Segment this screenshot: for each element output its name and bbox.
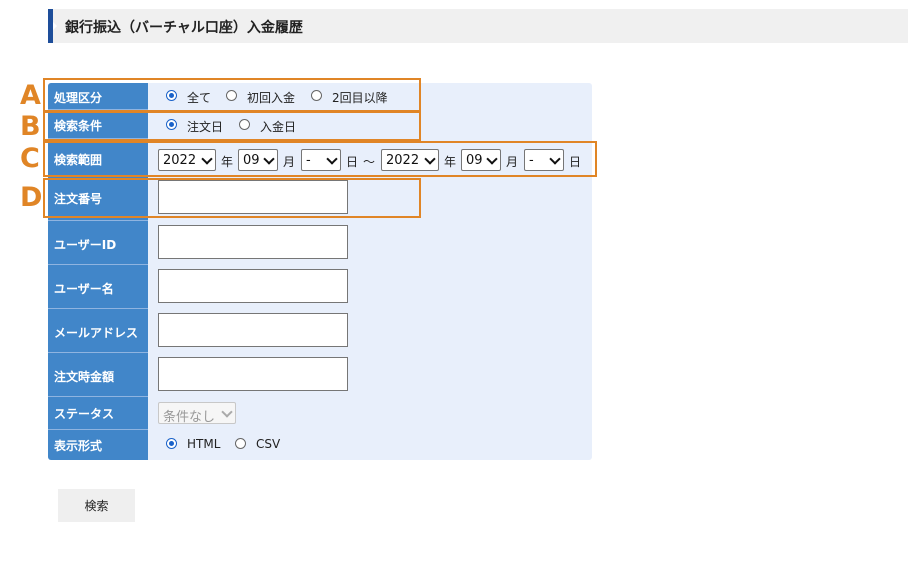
row-email: メールアドレス — [48, 309, 592, 352]
user-name-label: ユーザー名 — [54, 282, 114, 296]
callout-letter-d: D — [20, 182, 43, 213]
row-order-amount: 注文時金額 — [48, 353, 592, 396]
radio-format-html[interactable] — [166, 438, 177, 449]
user-id-label: ユーザーID — [54, 238, 117, 252]
chevron-down-icon — [221, 406, 233, 418]
status-select[interactable]: 条件なし — [158, 402, 236, 425]
callout-box-d — [43, 178, 421, 218]
callout-box-a — [43, 78, 421, 112]
row-user-id: ユーザーID — [48, 221, 592, 264]
row-status: ステータス 条件なし — [48, 397, 592, 429]
callout-box-c — [43, 141, 597, 177]
callout-letter-a: A — [20, 80, 41, 111]
radio-format-csv[interactable] — [235, 438, 246, 449]
status-label: ステータス — [54, 407, 115, 421]
radio-format-csv-label: CSV — [256, 437, 281, 451]
callout-letter-c: C — [20, 143, 40, 174]
user-name-input[interactable] — [158, 269, 348, 303]
page-title-bar: 銀行振込（バーチャル口座）入金履歴 — [48, 9, 908, 43]
order-amount-input[interactable] — [158, 357, 348, 391]
email-label: メールアドレス — [54, 326, 139, 340]
page-title: 銀行振込（バーチャル口座）入金履歴 — [65, 20, 303, 36]
display-format-label: 表示形式 — [54, 439, 103, 453]
user-id-input[interactable] — [158, 225, 348, 259]
email-input[interactable] — [158, 313, 348, 347]
order-amount-label: 注文時金額 — [54, 370, 115, 384]
title-accent-icon — [53, 22, 57, 30]
radio-format-html-label: HTML — [187, 437, 221, 451]
search-button[interactable]: 検索 — [58, 489, 135, 522]
callout-letter-b: B — [20, 111, 41, 142]
callout-box-b — [43, 111, 421, 141]
row-display-format: 表示形式 HTML CSV — [48, 430, 592, 460]
row-user-name: ユーザー名 — [48, 265, 592, 308]
